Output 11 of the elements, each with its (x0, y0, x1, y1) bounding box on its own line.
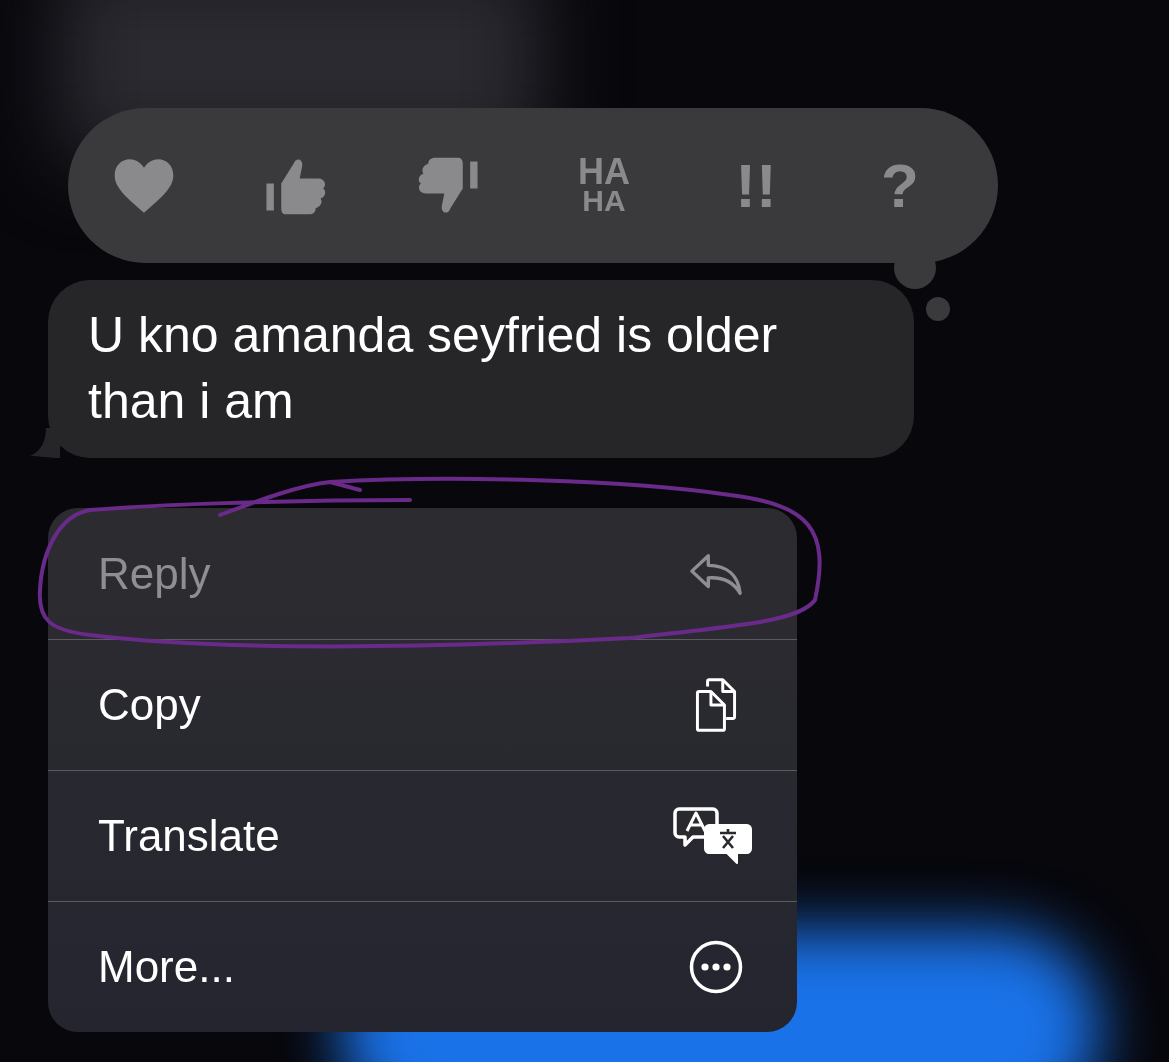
more-icon (689, 940, 743, 994)
message-text: U kno amanda seyfried is older than i am (88, 306, 779, 431)
translate-icon (673, 807, 753, 865)
menu-item[interactable]: Translate (48, 770, 797, 901)
thumbs-down-icon[interactable] (416, 155, 480, 216)
menu-item[interactable]: More... (48, 901, 797, 1032)
menu-item[interactable]: Copy (48, 639, 797, 770)
haha-reaction[interactable]: HA HA (568, 157, 640, 214)
emphasis-reaction[interactable]: !! (728, 150, 784, 221)
bubble-tail-dot (926, 297, 950, 321)
question-reaction[interactable]: ? (872, 150, 928, 221)
